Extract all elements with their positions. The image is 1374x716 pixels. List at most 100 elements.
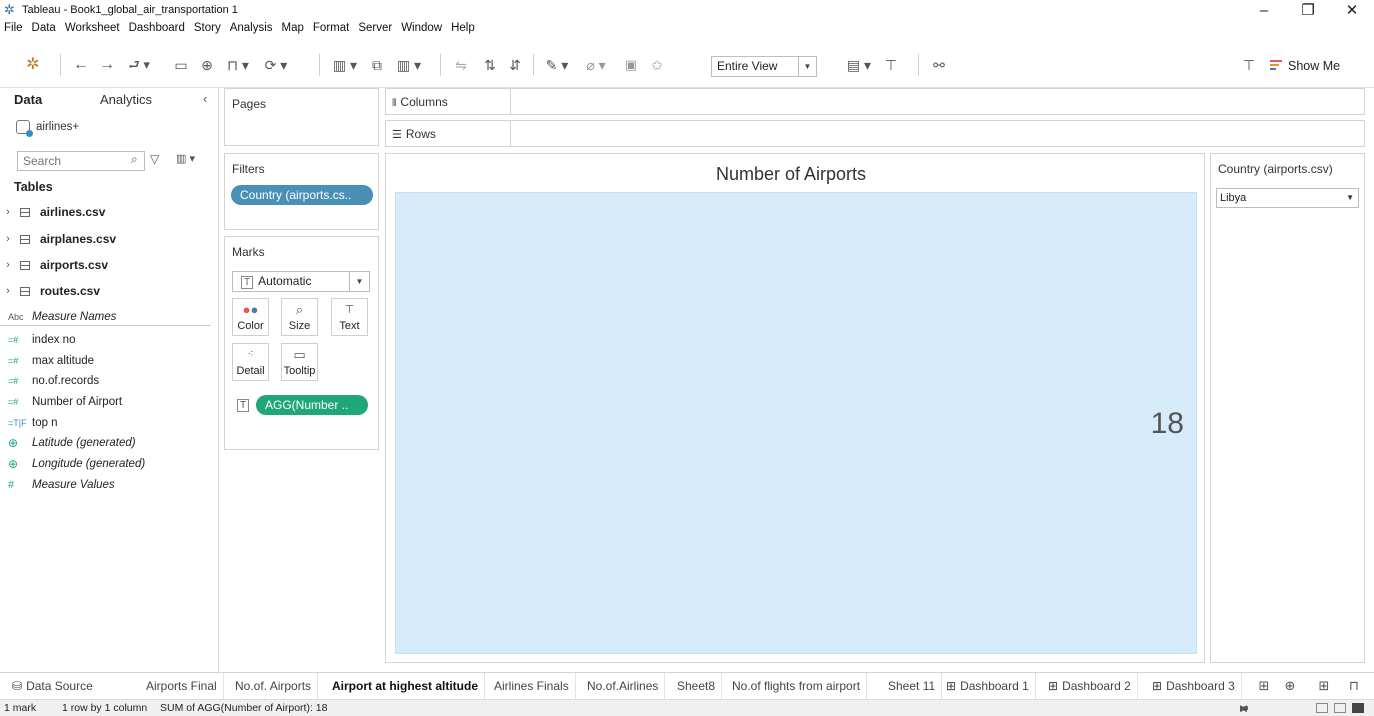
pages-card[interactable]: Pages (224, 88, 379, 146)
tab-data-source[interactable]: ⛁ Data Source (0, 673, 136, 699)
search-icon: ⌕ (131, 152, 138, 166)
table-airplanes[interactable]: › airplanes.csv (0, 230, 116, 248)
new-data-source-icon[interactable]: ⊞ (1252, 673, 1276, 699)
tab-analytics[interactable]: Analytics (100, 92, 152, 107)
tab-no-of-airports[interactable]: No.of. Airports (229, 673, 319, 699)
tab-dashboard-3[interactable]: ⊞ Dashboard 3 (1146, 673, 1242, 699)
tab-sheet8[interactable]: Sheet8 (671, 673, 723, 699)
new-dashboard-icon[interactable]: ⊞ (1312, 673, 1336, 699)
tooltip-button[interactable]: ▭ Tooltip (281, 343, 318, 381)
field-latitude[interactable]: ⊕ Latitude (generated) (0, 434, 136, 451)
chevron-right-icon[interactable]: › (0, 285, 16, 297)
run-update-icon[interactable]: ⟳ ▾ (258, 54, 294, 76)
sort-ascending-icon[interactable]: ⇅ (479, 54, 501, 76)
save-icon[interactable]: ▭ (170, 54, 192, 76)
viz-pane[interactable]: 18 (395, 192, 1197, 654)
datasource-icon (16, 120, 33, 137)
field-number-of-airport[interactable]: =# Number of Airport (0, 393, 122, 410)
field-longitude[interactable]: ⊕ Longitude (generated) (0, 455, 145, 472)
search-input[interactable] (17, 151, 145, 171)
new-datasource-icon[interactable]: ⊕ (196, 54, 218, 76)
new-worksheet-tab-icon[interactable]: ⊕ (1278, 673, 1302, 699)
color-button[interactable]: ●● Color (232, 298, 269, 336)
tab-airports-final[interactable]: Airports Final (140, 673, 224, 699)
sort-descending-icon[interactable]: ⇵ (504, 54, 526, 76)
redo-icon[interactable]: → (96, 54, 118, 76)
viz-title[interactable]: Number of Airports (386, 164, 1196, 185)
menu-file[interactable]: File (4, 22, 23, 34)
text-button[interactable]: ⊤ Text (331, 298, 368, 336)
menu-worksheet[interactable]: Worksheet (65, 22, 120, 34)
presentation-mode-icon[interactable]: ⊤ (1238, 54, 1260, 76)
chevron-right-icon[interactable]: › (0, 259, 16, 271)
minimize-button[interactable]: – (1242, 0, 1286, 22)
menu-story[interactable]: Story (194, 22, 221, 34)
view-options-icon[interactable]: ▥ ▾ (176, 152, 195, 165)
tab-airport-at-highest-altitude[interactable]: Airport at highest altitude (326, 673, 486, 699)
field-no-of-records[interactable]: =# no.of.records (0, 372, 99, 389)
detail-button[interactable]: ⁖ Detail (232, 343, 269, 381)
field-measure-values[interactable]: # Measure Values (0, 476, 115, 493)
tooltip-icon: ▭ (293, 347, 306, 362)
menu-help[interactable]: Help (451, 22, 475, 34)
chevron-right-icon[interactable]: › (0, 233, 16, 245)
menu-map[interactable]: Map (282, 22, 304, 34)
labels-icon[interactable]: ▣ (620, 54, 642, 76)
size-button[interactable]: ⌕ Size (281, 298, 318, 336)
menu-dashboard[interactable]: Dashboard (129, 22, 185, 34)
highlight-icon[interactable]: ✎ ▾ (541, 54, 573, 76)
table-airports[interactable]: › airports.csv (0, 256, 108, 274)
close-button[interactable]: ✕ (1330, 0, 1374, 22)
swap-icon[interactable]: ⇋ (450, 54, 472, 76)
group-icon[interactable]: ⌀ ▾ (580, 54, 612, 76)
filter-pill-country[interactable]: Country (airports.cs.. (231, 185, 373, 205)
table-routes[interactable]: › routes.csv (0, 282, 100, 300)
pin-icon[interactable]: ✩ (646, 54, 668, 76)
field-max-altitude[interactable]: =# max altitude (0, 352, 94, 369)
tab-airlines-finals[interactable]: Airlines Finals (488, 673, 576, 699)
calc-measure-icon: =# (8, 355, 19, 366)
clear-sheet-icon[interactable]: ▥ ▾ (391, 54, 427, 76)
duplicate-sheet-icon[interactable]: ⧉ (366, 54, 388, 76)
window-controls: – ❐ ✕ (1242, 0, 1374, 22)
chevron-right-icon[interactable]: › (0, 206, 16, 218)
pause-updates-icon[interactable]: ⊓ ▾ (222, 54, 254, 76)
datasource-item[interactable]: airlines+ (16, 120, 79, 137)
presentation-icon[interactable]: ⊤ (880, 54, 902, 76)
show-me-button[interactable]: Show Me (1270, 56, 1340, 76)
table-airlines[interactable]: › airlines.csv (0, 203, 105, 221)
filter-icon[interactable]: ▽ (150, 152, 159, 166)
show-cards-icon[interactable]: ▤ ▾ (842, 54, 876, 76)
tab-no-of-flights-from-airport[interactable]: No.of flights from airport (726, 673, 868, 699)
tab-sheet-11[interactable]: Sheet 11 (882, 673, 943, 699)
replay-icon[interactable]: ⮐ ▾ (123, 54, 155, 76)
menu-server[interactable]: Server (358, 22, 392, 34)
field-measure-names[interactable]: Abc Measure Names (0, 309, 211, 326)
undo-icon[interactable]: ← (70, 54, 92, 76)
field-index-no[interactable]: =# index no (0, 331, 75, 348)
tab-data[interactable]: Data (14, 92, 42, 107)
country-dropdown[interactable]: Libya ▼ (1216, 188, 1359, 208)
menu-data[interactable]: Data (32, 22, 56, 34)
share-icon[interactable]: ⚯ (928, 54, 950, 76)
restore-button[interactable]: ❐ (1286, 0, 1330, 22)
new-worksheet-icon[interactable]: ▥ ▾ (328, 54, 362, 76)
field-top-n[interactable]: =T|F top n (0, 414, 58, 431)
fit-dropdown[interactable]: Entire View ▼ (711, 56, 817, 77)
mark-type-dropdown[interactable]: T Automatic ▼ (232, 271, 370, 292)
marks-pill-number-of-airport[interactable]: AGG(Number .. (256, 395, 368, 415)
tab-dashboard-1[interactable]: ⊞ Dashboard 1 (940, 673, 1036, 699)
menu-window[interactable]: Window (401, 22, 442, 34)
tableau-home-icon[interactable]: ✲ (22, 54, 44, 76)
collapse-pane-icon[interactable]: ‹ (203, 91, 207, 106)
menu-format[interactable]: Format (313, 22, 349, 34)
view-toggle[interactable] (1316, 703, 1364, 713)
rows-shelf[interactable]: ☰ Rows (385, 120, 1365, 147)
viz-value-label[interactable]: 18 (1151, 407, 1184, 441)
tab-dashboard-2[interactable]: ⊞ Dashboard 2 (1042, 673, 1138, 699)
tab-no-of-airlines[interactable]: No.of.Airlines (581, 673, 666, 699)
filters-card[interactable]: Filters Country (airports.cs.. (224, 153, 379, 230)
new-story-icon[interactable]: ⊓ (1342, 673, 1366, 699)
columns-shelf[interactable]: ⦀ Columns (385, 88, 1365, 115)
menu-analysis[interactable]: Analysis (230, 22, 273, 34)
